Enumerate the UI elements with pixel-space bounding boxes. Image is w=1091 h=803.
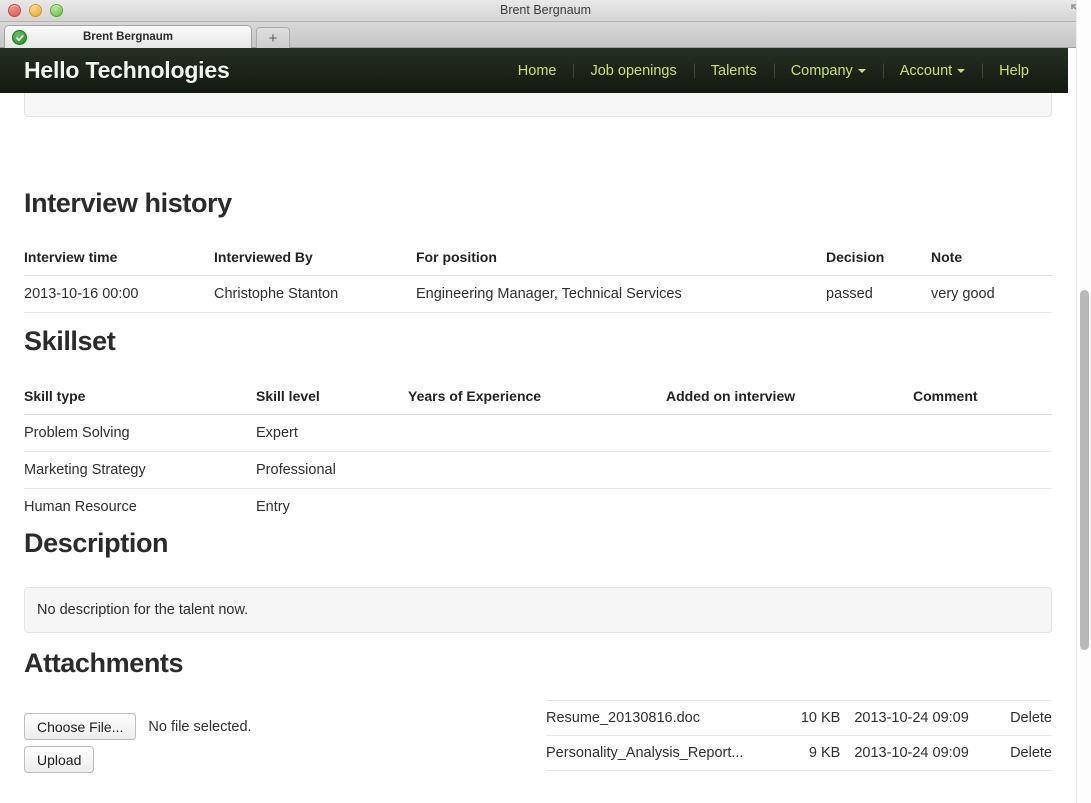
new-tab-button[interactable]: + — [256, 27, 290, 48]
years-cell — [408, 414, 666, 452]
skill-level-cell: Professional — [256, 451, 408, 489]
attachment-date: 2013-10-24 09:09 — [840, 735, 1000, 771]
site-brand[interactable]: Hello Technologies — [24, 57, 230, 84]
nav-label: Talents — [710, 62, 757, 79]
column-comment: Comment — [913, 388, 1052, 415]
upload-button[interactable]: Upload — [24, 746, 95, 773]
browser-tab[interactable]: Brent Bergnaum — [4, 25, 252, 48]
nav-item-home[interactable]: Home — [501, 63, 574, 79]
check-circle-icon — [12, 30, 27, 45]
attachment-delete-link[interactable]: Delete — [999, 735, 1052, 771]
table-header-row: Skill type Skill level Years of Experien… — [24, 388, 1052, 415]
choose-file-row: Choose File... No file selected. — [24, 713, 524, 740]
years-cell — [408, 489, 666, 526]
description-box: No description for the talent now. — [24, 587, 1052, 633]
skill-level-cell: Expert — [256, 414, 408, 452]
interview-history-section: Interview history Interview time Intervi… — [24, 188, 1052, 313]
attachments-table: Resume_20130816.doc 10 KB 2013-10-24 09:… — [546, 700, 1052, 771]
interview-history-title: Interview history — [24, 188, 232, 218]
skillset-section: Skillset Skill type Skill level Years of… — [24, 326, 1052, 525]
nav-item-company[interactable]: Company — [774, 63, 883, 79]
browser-tab-title: Brent Bergnaum — [82, 31, 174, 43]
window-title-bar: Brent Bergnaum — [0, 0, 1091, 22]
table-row: Resume_20130816.doc 10 KB 2013-10-24 09:… — [546, 700, 1052, 736]
table-row: Human Resource Entry — [24, 489, 1052, 526]
interview-history-table: Interview time Interviewed By For positi… — [24, 249, 1052, 313]
column-interviewed-by: Interviewed By — [214, 249, 416, 276]
vertical-scrollbar[interactable] — [1076, 0, 1091, 803]
attachment-name-link[interactable]: Personality_Analysis_Report... — [546, 735, 792, 771]
skill-level-cell: Entry — [256, 499, 290, 515]
for-position-cell[interactable]: Engineering Manager, Technical Services — [416, 275, 826, 313]
table-row: Personality_Analysis_Report... 9 KB 2013… — [546, 735, 1052, 771]
table-row: Problem Solving Expert — [24, 414, 1052, 452]
interview-time-cell[interactable]: 2013-10-16 00:00 — [24, 275, 214, 313]
nav-label: Company — [790, 62, 853, 79]
nav-item-account[interactable]: Account — [883, 63, 982, 79]
skill-type-cell: Problem Solving — [24, 414, 256, 452]
chevron-down-icon — [857, 68, 866, 73]
page-viewport: Currently as a candidate for Engineering… — [0, 48, 1091, 803]
site-header: Hello Technologies Home Job openings Tal… — [0, 48, 1068, 93]
scrollbar-thumb[interactable] — [1080, 290, 1089, 650]
column-skill-type: Skill type — [24, 388, 256, 415]
upload-controls: Choose File... No file selected. Upload — [24, 713, 524, 773]
skill-type-cell: Human Resource — [24, 499, 137, 515]
added-cell — [666, 451, 913, 489]
attachments-section: Attachments Choose File... No file selec… — [24, 648, 1052, 803]
comment-cell — [913, 489, 1052, 526]
column-note: Note — [931, 249, 1052, 276]
browser-tab-strip: Brent Bergnaum + — [0, 22, 1091, 48]
table-row: Marketing Strategy Professional — [24, 451, 1052, 489]
main-navigation: Home Job openings Talents Company Accoun… — [501, 63, 1046, 79]
column-years-experience: Years of Experience — [408, 388, 666, 415]
attachment-size: 9 KB — [791, 735, 841, 771]
attachments-title: Attachments — [24, 648, 184, 678]
attachment-size: 10 KB — [791, 700, 841, 736]
nav-label: Home — [517, 62, 557, 79]
nav-item-help[interactable]: Help — [982, 63, 1046, 79]
attachment-name-link[interactable]: Resume_20130816.doc — [546, 700, 792, 736]
decision-cell: passed — [826, 275, 931, 313]
comment-cell — [913, 451, 1052, 489]
nav-label: Account — [899, 62, 953, 79]
table-row: 2013-10-16 00:00 Christophe Stanton Engi… — [24, 275, 1052, 313]
added-cell — [666, 489, 913, 526]
nav-label: Help — [999, 62, 1029, 79]
added-cell — [666, 414, 913, 452]
interviewed-by-cell: Christophe Stanton — [214, 275, 416, 313]
skillset-title: Skillset — [24, 326, 116, 356]
description-section: Description No description for the talen… — [24, 528, 1052, 633]
attachment-delete-link[interactable]: Delete — [999, 700, 1052, 736]
column-skill-level: Skill level — [256, 388, 408, 415]
attachment-date: 2013-10-24 09:09 — [840, 700, 1000, 736]
column-interview-time: Interview time — [24, 249, 214, 276]
years-cell — [408, 451, 666, 489]
table-header-row: Interview time Interviewed By For positi… — [24, 249, 1052, 276]
no-file-selected-label: No file selected. — [148, 718, 252, 735]
nav-item-talents[interactable]: Talents — [694, 63, 774, 79]
chevron-down-icon — [957, 68, 966, 73]
comment-cell — [913, 414, 1052, 452]
column-decision: Decision — [826, 249, 931, 276]
skillset-table: Skill type Skill level Years of Experien… — [24, 388, 1052, 525]
skill-type-cell: Marketing Strategy — [24, 451, 256, 489]
column-added-on-interview: Added on interview — [666, 388, 913, 415]
attachments-body: Choose File... No file selected. Upload … — [24, 700, 1052, 799]
window-title: Brent Bergnaum — [499, 3, 592, 17]
description-title: Description — [24, 528, 169, 558]
nav-label: Job openings — [590, 62, 677, 79]
choose-file-button[interactable]: Choose File... — [24, 713, 137, 740]
column-for-position: For position — [416, 249, 826, 276]
nav-item-job-openings[interactable]: Job openings — [573, 63, 693, 79]
note-cell: very good — [931, 275, 1052, 313]
